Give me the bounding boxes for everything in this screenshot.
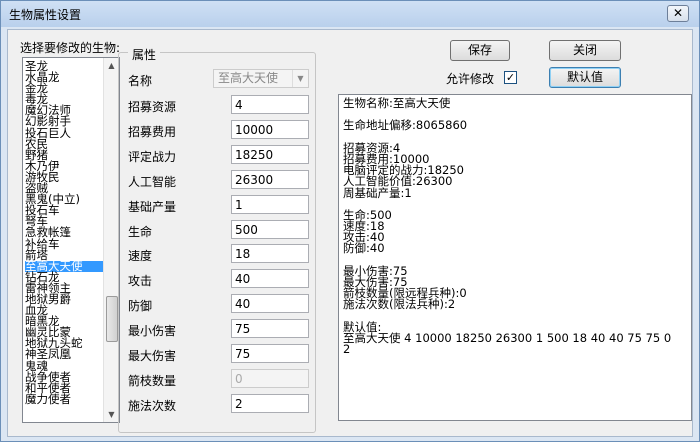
info-line: 速度:18 <box>343 219 385 234</box>
creature-info-textarea[interactable]: 生物名称:至高大天使 生命地址偏移:8065860 招募资源:4 招募费用:10000… <box>338 94 692 421</box>
info-line: 2 <box>343 342 351 357</box>
dialog-client: 选择要修改的生物: 圣龙 水晶龙 金龙 毒龙 魔幻法师 幻影射手 投石巨人 农民 野猪 木乃伊 游牧… <box>7 29 693 437</box>
info-line: 周基础产量:1 <box>343 185 412 200</box>
info-line: 生命地址偏移:8065860 <box>343 118 468 133</box>
field-input[interactable]: 4 <box>231 95 309 114</box>
save-button[interactable]: 保存 <box>450 40 510 61</box>
title-bar: 生物属性设置 ✕ <box>1 1 699 27</box>
info-line <box>343 199 687 210</box>
field-input[interactable]: 18 <box>231 244 309 264</box>
field-label: 最小伤害 <box>128 324 177 339</box>
field-input[interactable]: 0 <box>231 368 309 388</box>
chevron-down-icon[interactable]: ▼ <box>292 70 308 87</box>
defaults-button[interactable]: 默认值 <box>549 67 621 88</box>
field-input[interactable]: 18250 <box>231 144 309 164</box>
list-item[interactable]: 魔力使者 <box>25 393 105 405</box>
info-line: 施法次数(限法兵种):2 <box>343 297 456 312</box>
info-line: 防御:40 <box>343 241 385 256</box>
creature-list-items: 圣龙 水晶龙 金龙 毒龙 魔幻法师 幻影射手 投石巨人 农民 野猪 木乃伊 游牧民 盗贼 黑鬼(中立) 投… <box>25 60 105 405</box>
info-line: 生命:500 <box>343 207 392 222</box>
field-label: 招募资源 <box>128 100 177 114</box>
field-label: 评定战力 <box>128 149 177 164</box>
field-label: 防御 <box>128 299 153 314</box>
window: 生物属性设置 ✕ 选择要修改的生物: 圣龙 水晶龙 金龙 毒龙 魔幻法师 幻影射手 投石巨人… <box>0 0 700 442</box>
field-label: 最大伤害 <box>128 349 177 363</box>
name-combobox[interactable]: 至高大天使 ▼ <box>213 69 309 88</box>
name-combobox-value: 至高大天使 <box>218 71 279 85</box>
field-label: 招募费用 <box>128 124 177 139</box>
field-input[interactable]: 75 <box>231 344 309 363</box>
scroll-down-icon[interactable]: ▼ <box>104 407 119 422</box>
allow-edit-checkbox[interactable]: ✓ <box>504 71 517 84</box>
field-label: 速度 <box>128 249 153 264</box>
field-input[interactable]: 75 <box>231 319 309 339</box>
allow-edit-label: 允许修改 <box>446 72 495 86</box>
info-line <box>343 311 687 322</box>
window-title: 生物属性设置 <box>9 8 82 22</box>
scroll-up-icon[interactable]: ▲ <box>104 58 119 73</box>
field-label: 施法次数 <box>128 398 177 413</box>
field-input[interactable]: 10000 <box>231 119 309 139</box>
window-close-button[interactable]: ✕ <box>667 5 689 22</box>
field-input[interactable]: 500 <box>231 219 309 239</box>
scroll-thumb[interactable] <box>106 296 118 342</box>
attributes-group-title: 属性 <box>128 46 161 63</box>
close-button[interactable]: 关闭 <box>549 40 621 61</box>
info-line: 生物名称:至高大天使 <box>343 96 451 110</box>
field-label: 人工智能 <box>128 174 177 189</box>
field-label: 攻击 <box>128 274 153 289</box>
list-scrollbar[interactable]: ▲ ▼ <box>103 58 119 422</box>
creature-listbox[interactable]: 圣龙 水晶龙 金龙 毒龙 魔幻法师 幻影射手 投石巨人 农民 野猪 木乃伊 游牧民 盗贼 黑鬼(中立) 投… <box>22 57 120 423</box>
creature-list-label: 选择要修改的生物: <box>20 41 121 55</box>
field-input[interactable]: 40 <box>231 269 309 289</box>
name-label: 名称 <box>128 74 153 88</box>
field-input[interactable]: 26300 <box>231 169 309 189</box>
field-label: 生命 <box>128 224 153 239</box>
field-input[interactable]: 1 <box>231 194 309 214</box>
field-input[interactable]: 40 <box>231 294 309 314</box>
field-label: 基础产量 <box>128 199 177 214</box>
info-line: 攻击:40 <box>343 230 385 245</box>
field-input[interactable]: 2 <box>231 393 309 413</box>
info-line: 至高大天使 4 10000 18250 26300 1 500 18 40 40… <box>343 330 672 345</box>
field-label: 箭枝数量 <box>128 373 177 388</box>
